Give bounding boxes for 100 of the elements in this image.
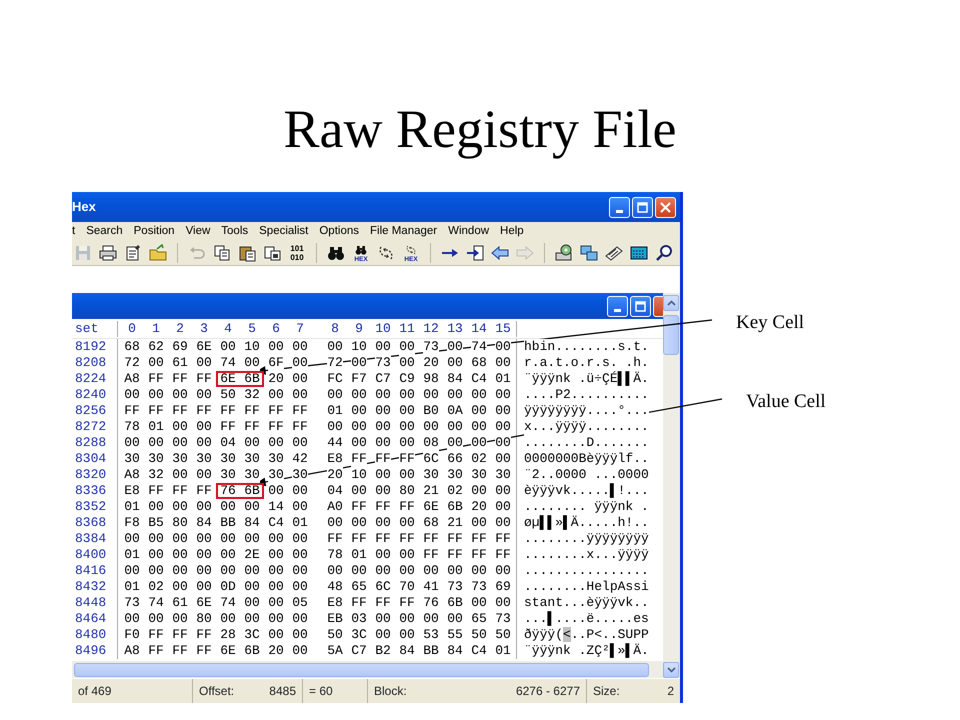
offset-cell: 8336 bbox=[72, 483, 118, 499]
text-cell: 0000000Bèÿÿÿlf.. bbox=[524, 451, 649, 467]
offset-cell: 8256 bbox=[72, 403, 118, 419]
page-arrow-button[interactable] bbox=[464, 243, 486, 263]
page-count: of 469 bbox=[78, 683, 112, 700]
folder-icon bbox=[149, 244, 167, 262]
offset-cell: 8288 bbox=[72, 435, 118, 451]
close-button[interactable] bbox=[655, 196, 676, 218]
calculator-icon bbox=[630, 244, 648, 262]
hex-byte: 6B bbox=[240, 371, 264, 387]
minimize-button[interactable] bbox=[609, 196, 630, 218]
replace-icon bbox=[377, 244, 395, 262]
offset-cell: 8448 bbox=[72, 595, 118, 611]
save-icon bbox=[74, 244, 92, 262]
window-title: Hex bbox=[72, 198, 96, 216]
offset-cell: 8464 bbox=[72, 611, 118, 627]
text-cell: ðÿÿÿ(<..P<..SUPP bbox=[524, 627, 649, 643]
menu-item[interactable]: Options bbox=[319, 222, 367, 240]
offset-cell: 8368 bbox=[72, 515, 118, 531]
close-button[interactable] bbox=[653, 296, 663, 316]
maximize-icon bbox=[635, 300, 646, 312]
hex-byte: 30 bbox=[268, 467, 284, 483]
text-cell: ........ ÿÿÿnk . bbox=[524, 499, 649, 515]
menu-item[interactable]: t bbox=[72, 222, 84, 240]
left-arrow-button[interactable] bbox=[489, 243, 511, 263]
size-value: 2 bbox=[667, 683, 674, 700]
undo-icon bbox=[188, 244, 206, 262]
minimize-button[interactable] bbox=[607, 296, 628, 316]
menu-item[interactable]: Window bbox=[448, 222, 498, 240]
hex-byte: 00 bbox=[399, 339, 415, 355]
minimize-icon bbox=[616, 210, 623, 212]
callout-label: Value Cell bbox=[746, 390, 826, 414]
text-cell: ........x...ÿÿÿÿ bbox=[524, 547, 649, 563]
document-check-icon bbox=[124, 244, 142, 262]
hex-byte: 6E bbox=[216, 371, 240, 387]
copy-icon bbox=[213, 244, 231, 262]
windows-button[interactable] bbox=[578, 243, 600, 263]
text-cell: stant...èÿÿÿvk.. bbox=[524, 595, 649, 611]
hex-byte: 6F bbox=[268, 355, 284, 371]
text-cell: èÿÿÿvk.....▌!... bbox=[524, 483, 649, 499]
text-cell: x...ÿÿÿÿ........ bbox=[524, 419, 649, 435]
text-cell: øµ▌▌»▌Ä.....h!.. bbox=[524, 515, 649, 531]
offset-cell: 8272 bbox=[72, 419, 118, 435]
text-cell: ¨ÿÿÿnk .ZÇ²▌»▌Ä. bbox=[524, 643, 649, 659]
column-heading: set bbox=[72, 320, 118, 336]
block-range: 6276 - 6277 bbox=[516, 683, 580, 700]
replace-icon bbox=[405, 244, 417, 256]
callout-label: Key Cell bbox=[736, 311, 804, 335]
scroll-thumb[interactable] bbox=[74, 662, 649, 676]
windows-icon bbox=[580, 244, 598, 262]
close-icon bbox=[660, 202, 671, 212]
folder-button[interactable] bbox=[147, 243, 169, 263]
hex-byte: 73 bbox=[423, 339, 439, 355]
left-arrow-icon bbox=[491, 244, 509, 262]
vertical-scrollbar[interactable] bbox=[663, 293, 680, 678]
byte-value: = 60 bbox=[309, 683, 333, 700]
binoculars-icon bbox=[355, 244, 367, 256]
hex-byte: 00 bbox=[244, 355, 260, 371]
hex-byte: 00 bbox=[292, 355, 308, 371]
menu-item[interactable]: File Manager bbox=[370, 222, 446, 240]
menu-item[interactable]: Tools bbox=[221, 222, 256, 240]
horizontal-scrollbar[interactable] bbox=[72, 661, 663, 678]
offset-label: Offset: bbox=[199, 683, 234, 700]
offset-cell: 8192 bbox=[72, 339, 118, 355]
scroll-down-icon bbox=[666, 667, 676, 673]
offset-cell: 8240 bbox=[72, 387, 118, 403]
offset-cell: 8480 bbox=[72, 627, 118, 643]
offset-cell: 8400 bbox=[72, 547, 118, 563]
binary-button[interactable]: 101 010 bbox=[286, 243, 308, 263]
offset-cell: 8352 bbox=[72, 499, 118, 515]
offset-cell: 8208 bbox=[72, 355, 118, 371]
menu-item[interactable]: Search bbox=[86, 222, 131, 240]
text-cell: ÿÿÿÿÿÿÿÿ....°... bbox=[524, 403, 649, 419]
text-cell: ¨ÿÿÿnk .ü÷ÇÉ▌▌Ä. bbox=[524, 371, 649, 387]
hex-byte: 08 bbox=[423, 435, 439, 451]
hex-byte: 76 bbox=[216, 483, 240, 499]
offset-cell: 8496 bbox=[72, 643, 118, 659]
maximize-button[interactable] bbox=[632, 196, 653, 218]
text-cell: ........HelpAssi bbox=[524, 579, 649, 595]
memory-chip-icon bbox=[605, 244, 623, 262]
text-cell: ...▌....ë.....es bbox=[524, 611, 649, 627]
offset-cell: 8384 bbox=[72, 531, 118, 547]
menu-item[interactable]: View bbox=[186, 222, 218, 240]
binoculars-icon bbox=[327, 244, 345, 262]
page-arrow-icon bbox=[466, 244, 484, 262]
menu-item[interactable]: Help bbox=[500, 222, 532, 240]
offset-cell: 8224 bbox=[72, 371, 118, 387]
hex-byte: FF bbox=[351, 451, 367, 467]
clipboard-icon bbox=[238, 244, 256, 262]
size-label: Size: bbox=[593, 683, 620, 700]
menu-item[interactable]: Position bbox=[134, 222, 183, 240]
documents-icon bbox=[263, 244, 281, 262]
maximize-button[interactable] bbox=[630, 296, 651, 316]
hex-byte: 00 bbox=[447, 435, 463, 451]
scroll-up-icon bbox=[666, 300, 676, 306]
offset-cell: 8432 bbox=[72, 579, 118, 595]
scroll-thumb[interactable] bbox=[663, 315, 679, 355]
printer-button[interactable] bbox=[97, 243, 119, 263]
offset-value: 8485 bbox=[269, 683, 296, 700]
menu-item[interactable]: Specialist bbox=[259, 222, 316, 240]
